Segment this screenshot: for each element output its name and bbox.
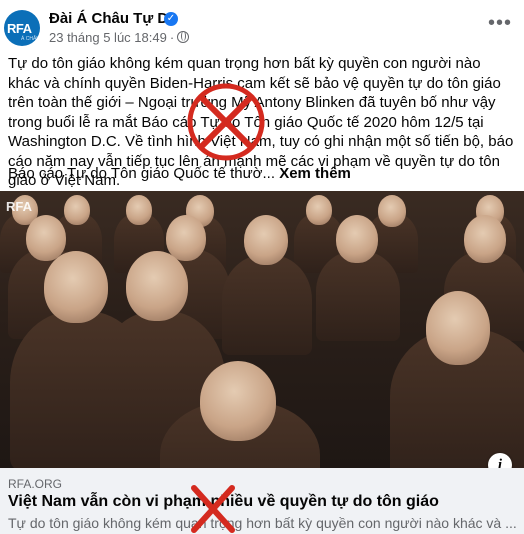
post-timestamp[interactable]: 23 tháng 5 lúc 18:49 bbox=[49, 30, 167, 45]
meta-separator: · bbox=[169, 30, 175, 45]
link-description: Tự do tôn giáo không kém quan trọng hơn … bbox=[8, 515, 517, 531]
post-header: RFA Á CHÂU Đài Á Châu Tự Do ✓ 23 tháng 5… bbox=[0, 0, 524, 48]
caption-text: Báo cáo Tự do Tôn giáo Quốc tế thườ... bbox=[8, 165, 276, 182]
avatar-logo-subtext: Á CHÂU bbox=[21, 36, 40, 42]
link-domain: RFA.ORG bbox=[8, 477, 63, 491]
avatar-logo-text: RFA bbox=[7, 21, 32, 36]
page-avatar[interactable]: RFA Á CHÂU bbox=[4, 10, 40, 46]
verified-badge-icon: ✓ bbox=[164, 12, 178, 26]
post-meta: 23 tháng 5 lúc 18:49 · bbox=[49, 30, 190, 45]
link-title[interactable]: Việt Nam vẫn còn vi phạm nhiều về quyền … bbox=[8, 493, 439, 511]
facebook-post: RFA Á CHÂU Đài Á Châu Tự Do ✓ 23 tháng 5… bbox=[0, 0, 524, 534]
page-name-link[interactable]: Đài Á Châu Tự Do bbox=[49, 10, 177, 27]
post-photo[interactable]: RFA bbox=[0, 191, 524, 468]
see-more-link[interactable]: Xem thêm bbox=[279, 165, 351, 182]
photo-watermark: RFA bbox=[6, 199, 32, 214]
globe-icon[interactable] bbox=[177, 31, 190, 43]
post-caption: Báo cáo Tự do Tôn giáo Quốc tế thườ... X… bbox=[8, 164, 351, 184]
link-preview[interactable]: RFA.ORG Việt Nam vẫn còn vi phạm nhiều v… bbox=[0, 468, 524, 534]
more-options-button[interactable]: ••• bbox=[482, 8, 518, 44]
